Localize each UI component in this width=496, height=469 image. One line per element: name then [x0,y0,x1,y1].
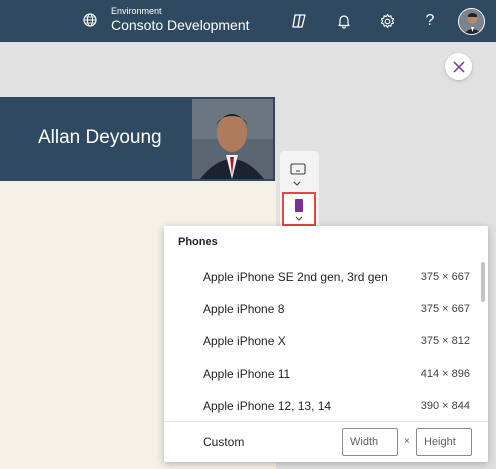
times-symbol: × [404,436,410,447]
phone-option[interactable]: Apple iPhone SE 2nd gen, 3rd gen 375 × 6… [164,261,480,293]
copilot-button[interactable] [288,10,310,32]
gear-icon [380,13,394,28]
phone-option-size: 375 × 812 [420,335,470,347]
custom-label: Custom [203,435,245,449]
close-icon [453,61,464,72]
chevron-down-icon [295,216,303,221]
profile-banner: Allan Deyoung [0,97,275,181]
profile-name: Allan Deyoung [38,127,162,148]
phone-option-size: 390 × 844 [420,400,470,412]
phones-dropdown: Phones Apple iPhone SE 2nd gen, 3rd gen … [164,226,488,462]
phone-option[interactable]: Apple iPhone 11 414 × 896 [164,358,480,390]
divider [164,421,488,422]
phone-option-size: 414 × 896 [420,368,470,380]
help-button[interactable]: ? [419,10,441,32]
app-header: Environment Consoto Development ? [0,0,496,42]
phone-option[interactable]: Apple iPhone 8 375 × 667 [164,293,480,325]
environment-name[interactable]: Consoto Development [111,17,250,33]
phone-option-name: Apple iPhone 12, 13, 14 [203,399,332,413]
tablet-icon[interactable] [290,163,306,175]
phone-option-size: 375 × 667 [420,303,470,315]
width-input[interactable] [342,428,398,456]
notifications-button[interactable] [333,10,355,32]
copilot-icon [292,14,306,28]
close-button[interactable] [445,53,472,80]
avatar [459,9,484,34]
bell-icon [338,15,350,29]
phone-option-name: Apple iPhone SE 2nd gen, 3rd gen [203,270,388,284]
scrollbar-thumb[interactable] [481,262,485,302]
phone-option-size: 375 × 667 [420,271,470,283]
chevron-down-icon[interactable] [292,180,302,188]
phone-option-name: Apple iPhone X [203,334,286,348]
profile-photo [192,99,273,179]
user-avatar[interactable] [458,8,485,35]
environment-label: Environment [111,6,162,16]
phone-option-name: Apple iPhone 8 [203,302,285,316]
help-icon: ? [425,12,435,29]
phone-option[interactable]: Apple iPhone 12, 13, 14 390 × 844 [164,390,480,422]
height-input[interactable] [416,428,472,456]
phone-device-button[interactable] [282,192,316,226]
phones-heading: Phones [178,236,218,248]
phone-option[interactable]: Apple iPhone X 375 × 812 [164,325,480,357]
settings-button[interactable] [376,10,398,32]
environment-icon [83,13,97,27]
phone-option-name: Apple iPhone 11 [203,367,291,381]
phone-icon [295,199,303,212]
